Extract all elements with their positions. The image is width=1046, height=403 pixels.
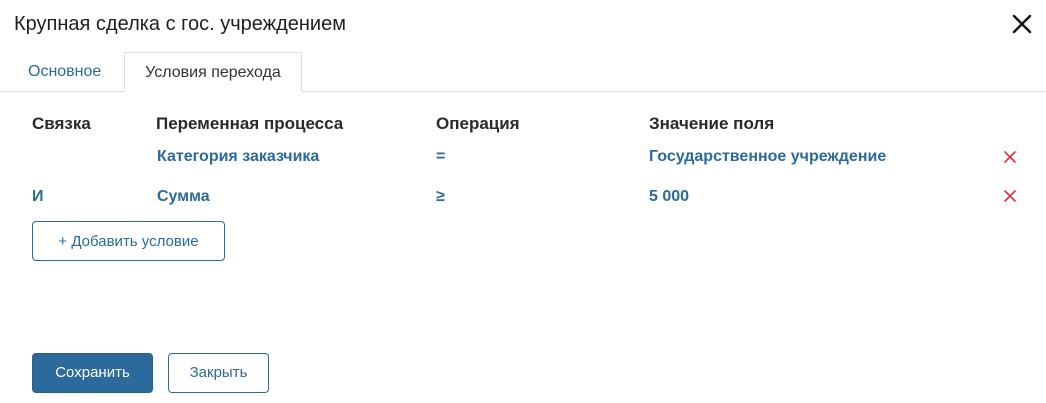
tab-main[interactable]: Основное [16, 52, 113, 92]
remove-icon[interactable] [1002, 149, 1018, 165]
condition-value[interactable]: 5 000 [649, 186, 689, 208]
column-header-value: Значение поля [649, 114, 775, 133]
add-condition-button[interactable]: + Добавить условие [32, 221, 225, 261]
save-button[interactable]: Сохранить [32, 353, 153, 393]
remove-icon[interactable] [1002, 188, 1018, 204]
column-header-variable: Переменная процесса [156, 114, 344, 133]
condition-link[interactable]: И [32, 186, 44, 208]
close-icon[interactable] [1010, 12, 1034, 36]
condition-operation[interactable]: = [436, 146, 445, 168]
condition-variable[interactable]: Категория заказчика [157, 146, 319, 168]
column-header-operation: Операция [436, 114, 520, 133]
tab-bar: Основное Условия перехода [0, 52, 1046, 92]
column-header-link: Связка [32, 114, 91, 133]
condition-operation[interactable]: ≥ [436, 186, 445, 208]
dialog-title: Крупная сделка с гос. учреждением [14, 13, 346, 35]
transition-dialog: Крупная сделка с гос. учреждением Основн… [0, 0, 1046, 403]
condition-value[interactable]: Государственное учреждение [649, 146, 886, 168]
condition-variable[interactable]: Сумма [157, 186, 210, 208]
tab-transition-conditions[interactable]: Условия перехода [124, 52, 302, 92]
close-button[interactable]: Закрыть [168, 353, 269, 393]
